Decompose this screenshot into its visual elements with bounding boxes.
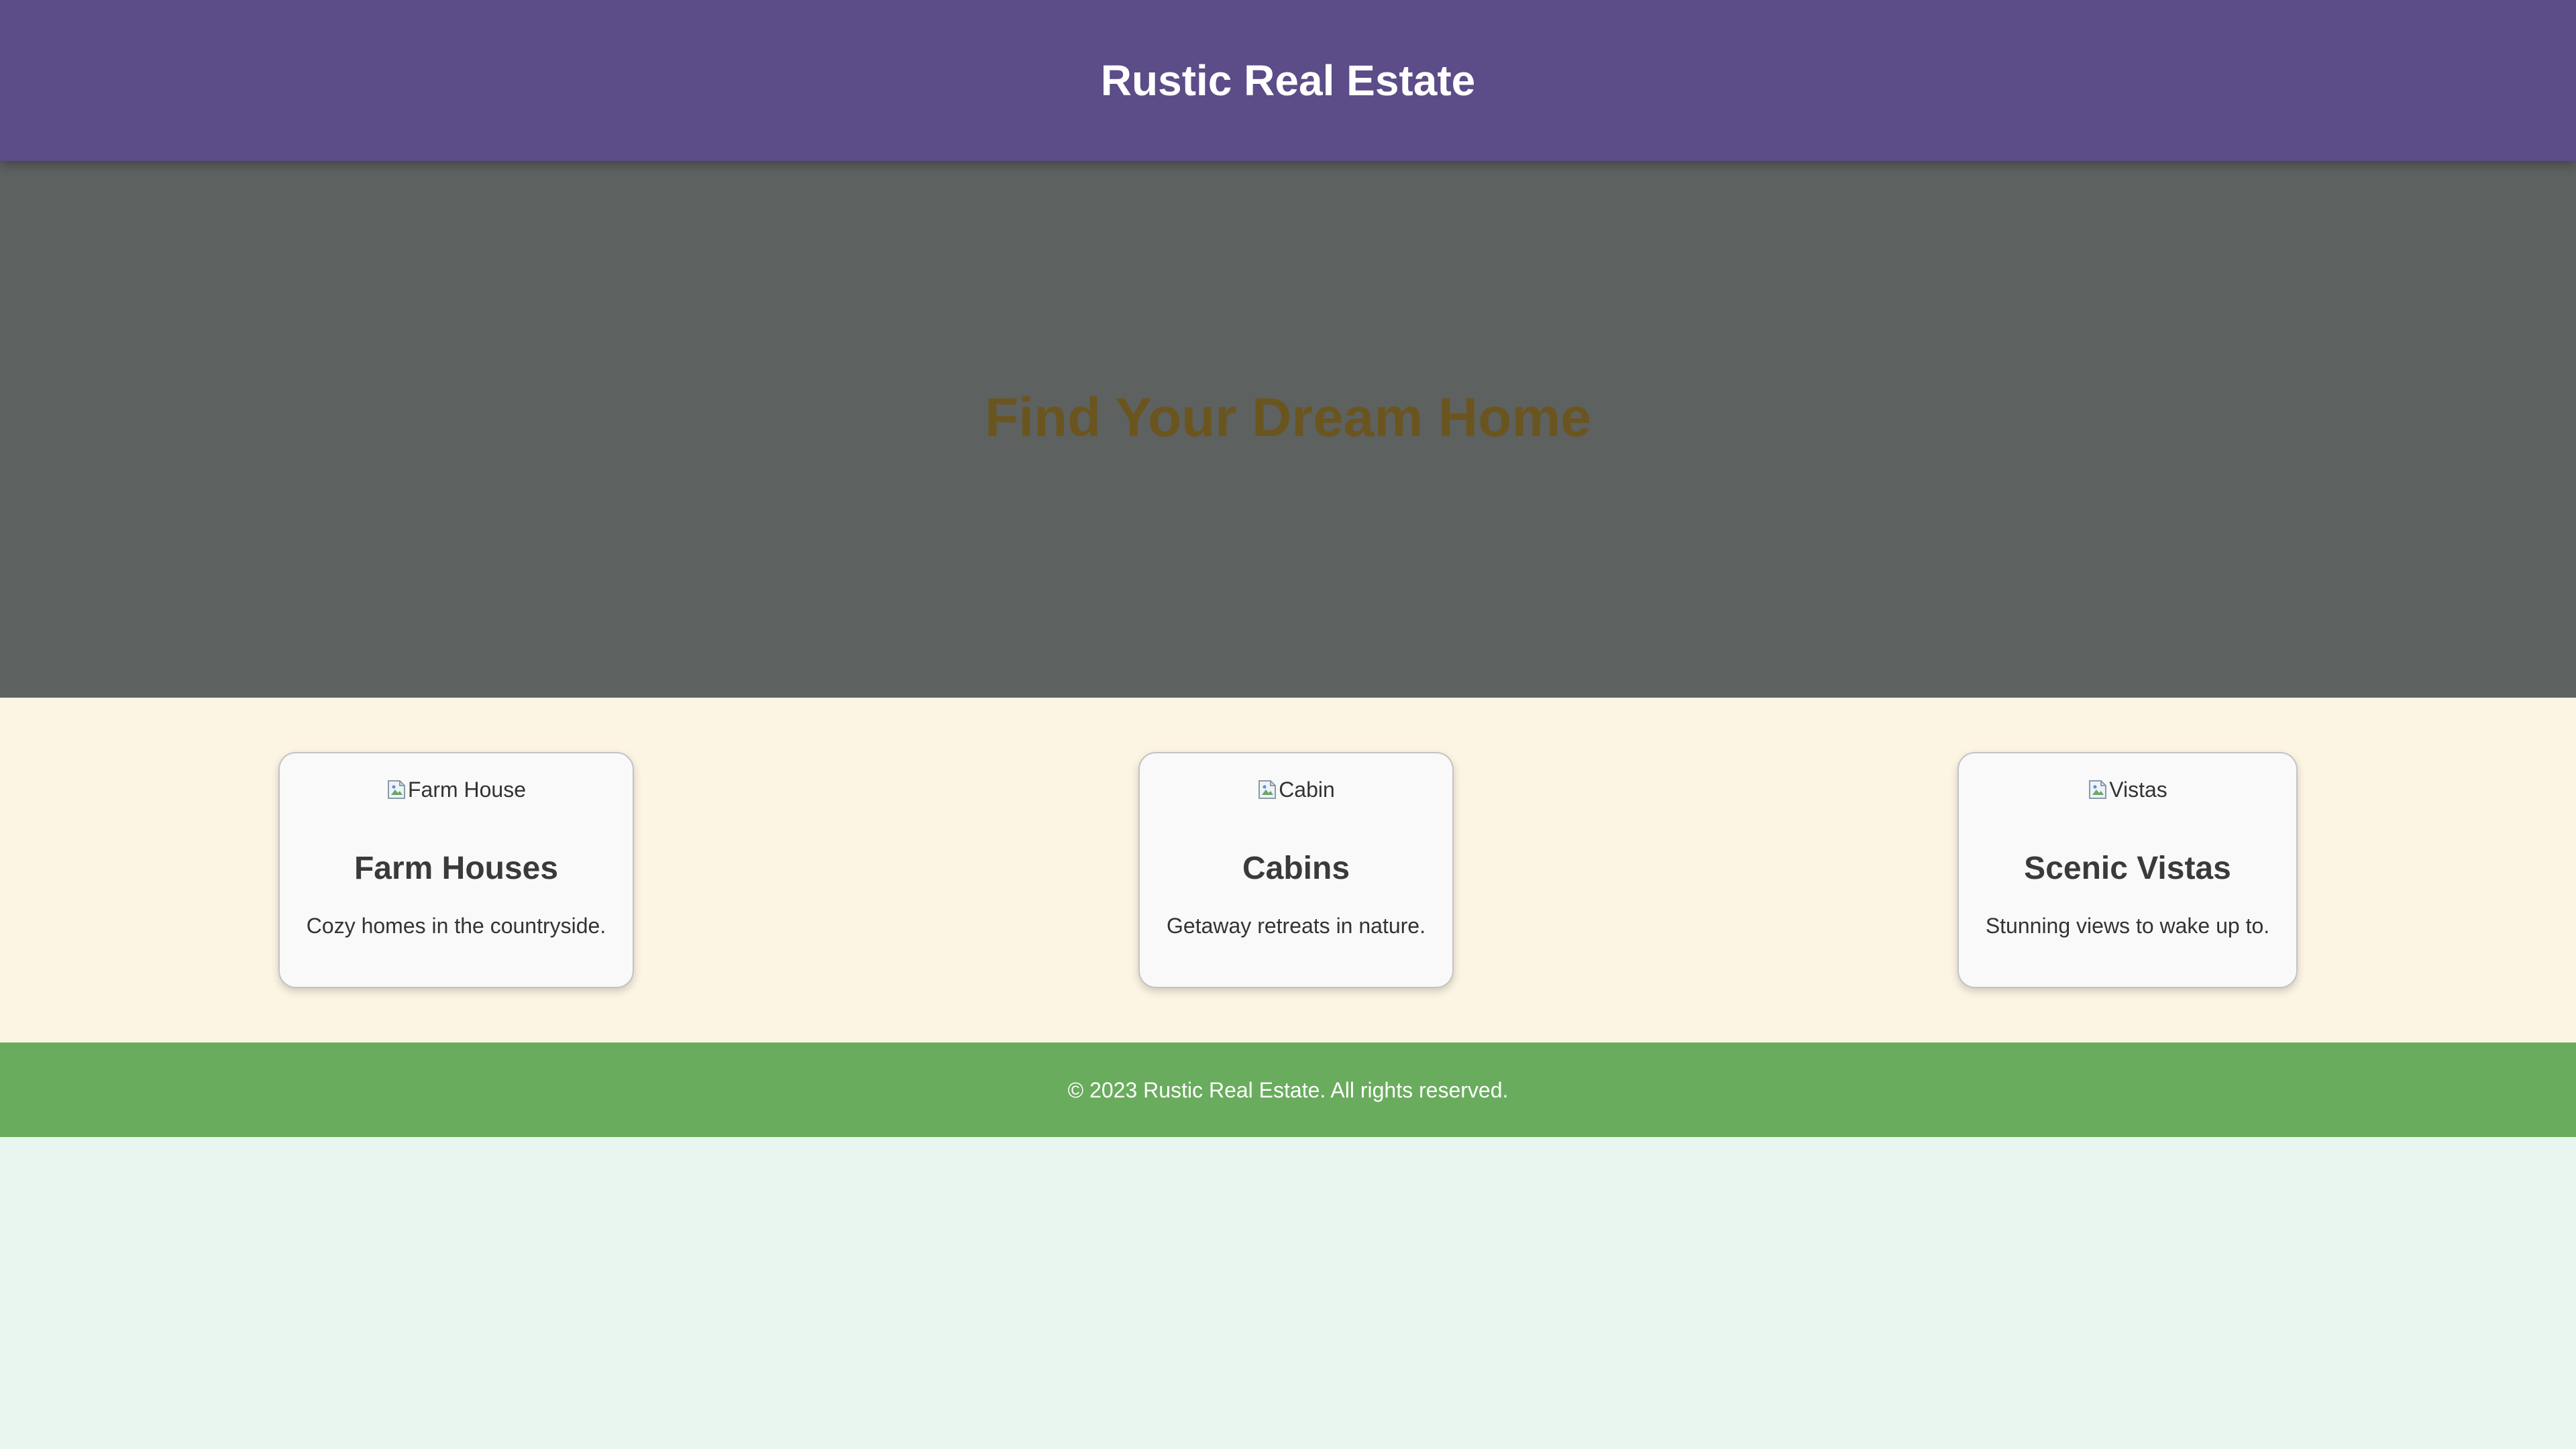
listing-image: Vistas	[1959, 779, 2296, 800]
listing-title: Cabins	[1242, 851, 1350, 886]
listing-image-alt: Farm House	[407, 777, 527, 802]
listing-image-alt: Cabin	[1279, 777, 1335, 802]
site-title: Rustic Real Estate	[1100, 56, 1476, 105]
listings-section: Farm House Farm Houses Cozy homes in the…	[0, 698, 2576, 1042]
listing-description: Getaway retreats in nature.	[1167, 914, 1426, 938]
listing-image-alt: Vistas	[2109, 777, 2167, 802]
listing-description: Stunning views to wake up to.	[1985, 914, 2270, 938]
site-header: Rustic Real Estate	[0, 0, 2576, 161]
broken-image-icon	[2088, 779, 2108, 800]
hero-banner: Find Your Dream Home	[0, 161, 2576, 698]
broken-image-icon	[1257, 779, 1277, 800]
listing-card-scenic-vistas[interactable]: Vistas Scenic Vistas Stunning views to w…	[1957, 752, 2298, 988]
site-footer: © 2023 Rustic Real Estate. All rights re…	[0, 1042, 2576, 1137]
listing-card-cabins[interactable]: Cabin Cabins Getaway retreats in nature.	[1138, 752, 1454, 988]
listing-image: Cabin	[1140, 779, 1452, 800]
listing-title: Scenic Vistas	[2024, 851, 2231, 886]
broken-image-icon	[386, 779, 407, 800]
listing-title: Farm Houses	[354, 851, 559, 886]
listing-image: Farm House	[280, 779, 633, 800]
listing-card-farm-houses[interactable]: Farm House Farm Houses Cozy homes in the…	[278, 752, 634, 988]
listing-description: Cozy homes in the countryside.	[306, 914, 606, 938]
hero-heading: Find Your Dream Home	[985, 386, 1591, 448]
copyright-text: © 2023 Rustic Real Estate. All rights re…	[1067, 1077, 1509, 1102]
